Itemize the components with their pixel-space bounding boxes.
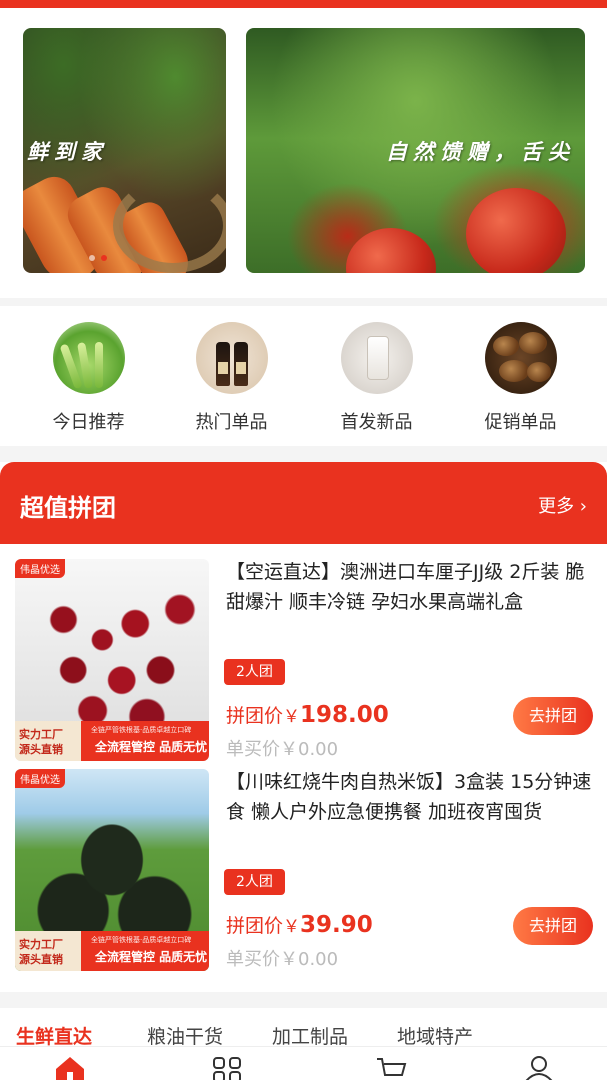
category-new-items[interactable]: 首发新品: [304, 322, 449, 434]
user-icon[interactable]: [522, 1055, 556, 1080]
group-buy-title: 超值拼团: [20, 494, 116, 522]
status-bar-strip: [0, 0, 607, 8]
carousel-dot-active[interactable]: [101, 255, 107, 261]
tab-fresh-direct[interactable]: 生鲜直达: [16, 1022, 92, 1049]
tomato-graphic: [466, 188, 566, 273]
join-group-button[interactable]: 去拼团: [513, 907, 593, 945]
team-size-badge: 2人团: [224, 869, 285, 895]
banner-slogan: 鲜到家: [27, 140, 108, 164]
tab-grain-oil[interactable]: 粮油干货: [147, 1022, 223, 1049]
group-buy-item[interactable]: 伟晶优选 实力工厂 源头直销 全链严管铁根基·品质卓越立口碑 全流程管控 品质无…: [0, 557, 607, 761]
quality-badge: 全链严管铁根基·品质卓越立口碑 全流程管控 品质无忧: [81, 721, 209, 761]
group-buy-item[interactable]: 伟晶优选 实力工厂 源头直销 全链严管铁根基·品质卓越立口碑 全流程管控 品质无…: [0, 767, 607, 971]
join-group-button[interactable]: 去拼团: [513, 697, 593, 735]
single-price: 单买价￥0.00: [226, 949, 339, 970]
celery-image: [52, 322, 125, 394]
group-buy-section: 超值拼团 更多 › 伟晶优选 实力工厂 源头直销 全链严管铁根基·品质卓越立口碑…: [0, 462, 607, 992]
category-promotions[interactable]: 促销单品: [448, 322, 593, 434]
mushrooms-image: [484, 322, 557, 394]
category-shortcuts: 今日推荐 热门单品 首发新品 促销单品: [0, 306, 607, 446]
single-price: 单买价￥0.00: [226, 739, 339, 760]
category-hot-items[interactable]: 热门单品: [159, 322, 304, 434]
category-label: 促销单品: [484, 412, 557, 433]
tab-processed[interactable]: 加工制品: [272, 1022, 348, 1049]
category-grid-icon[interactable]: [210, 1055, 244, 1080]
category-label: 今日推荐: [52, 412, 125, 433]
jar-image: [340, 322, 413, 394]
category-today-recommend[interactable]: 今日推荐: [16, 322, 161, 434]
tomato-graphic: [346, 228, 436, 273]
team-size-badge: 2人团: [224, 659, 285, 685]
banner-slide-vegetables[interactable]: 自然馈赠，舌尖: [246, 28, 585, 273]
home-icon[interactable]: [53, 1055, 87, 1080]
basket-graphic: [113, 178, 226, 273]
category-label: 首发新品: [340, 412, 413, 433]
quality-badge: 全链严管铁根基·品质卓越立口碑 全流程管控 品质无忧: [81, 931, 209, 971]
group-price: 拼团价￥39.90: [226, 912, 373, 938]
banner-carousel[interactable]: 鲜到家 自然馈赠，舌尖: [0, 8, 607, 298]
factory-badge: 实力工厂 源头直销: [15, 721, 81, 761]
category-label: 热门单品: [195, 412, 268, 433]
brand-tag: 伟晶优选: [15, 769, 65, 788]
category-tabs: 生鲜直达 粮油干货 加工制品 地域特产: [0, 1008, 607, 1048]
cart-icon[interactable]: [374, 1055, 408, 1080]
group-buy-header: 超值拼团 更多 ›: [0, 462, 607, 544]
sauce-bottles-image: [195, 322, 268, 394]
product-title[interactable]: 【空运直达】澳洲进口车厘子JJ级 2斤装 脆甜爆汁 顺丰冷链 孕妇水果高端礼盒: [226, 557, 596, 617]
banner-slide-carrots[interactable]: 鲜到家: [23, 28, 226, 273]
more-link[interactable]: 更多 ›: [538, 492, 587, 518]
cherries-image[interactable]: 伟晶优选 实力工厂 源头直销 全链严管铁根基·品质卓越立口碑 全流程管控 品质无…: [15, 559, 209, 761]
group-price: 拼团价￥198.00: [226, 702, 389, 728]
product-title[interactable]: 【川味红烧牛肉自热米饭】3盒装 15分钟速食 懒人户外应急便携餐 加班夜宵囤货: [226, 767, 596, 827]
factory-badge: 实力工厂 源头直销: [15, 931, 81, 971]
bottom-nav: [0, 1046, 607, 1080]
carousel-dot[interactable]: [89, 255, 95, 261]
banner-slogan: 自然馈赠，舌尖: [386, 140, 575, 164]
self-heating-rice-image[interactable]: 伟晶优选 实力工厂 源头直销 全链严管铁根基·品质卓越立口碑 全流程管控 品质无…: [15, 769, 209, 971]
tab-regional-specialty[interactable]: 地域特产: [397, 1022, 473, 1049]
brand-tag: 伟晶优选: [15, 559, 65, 578]
carousel-dots: [89, 255, 107, 261]
